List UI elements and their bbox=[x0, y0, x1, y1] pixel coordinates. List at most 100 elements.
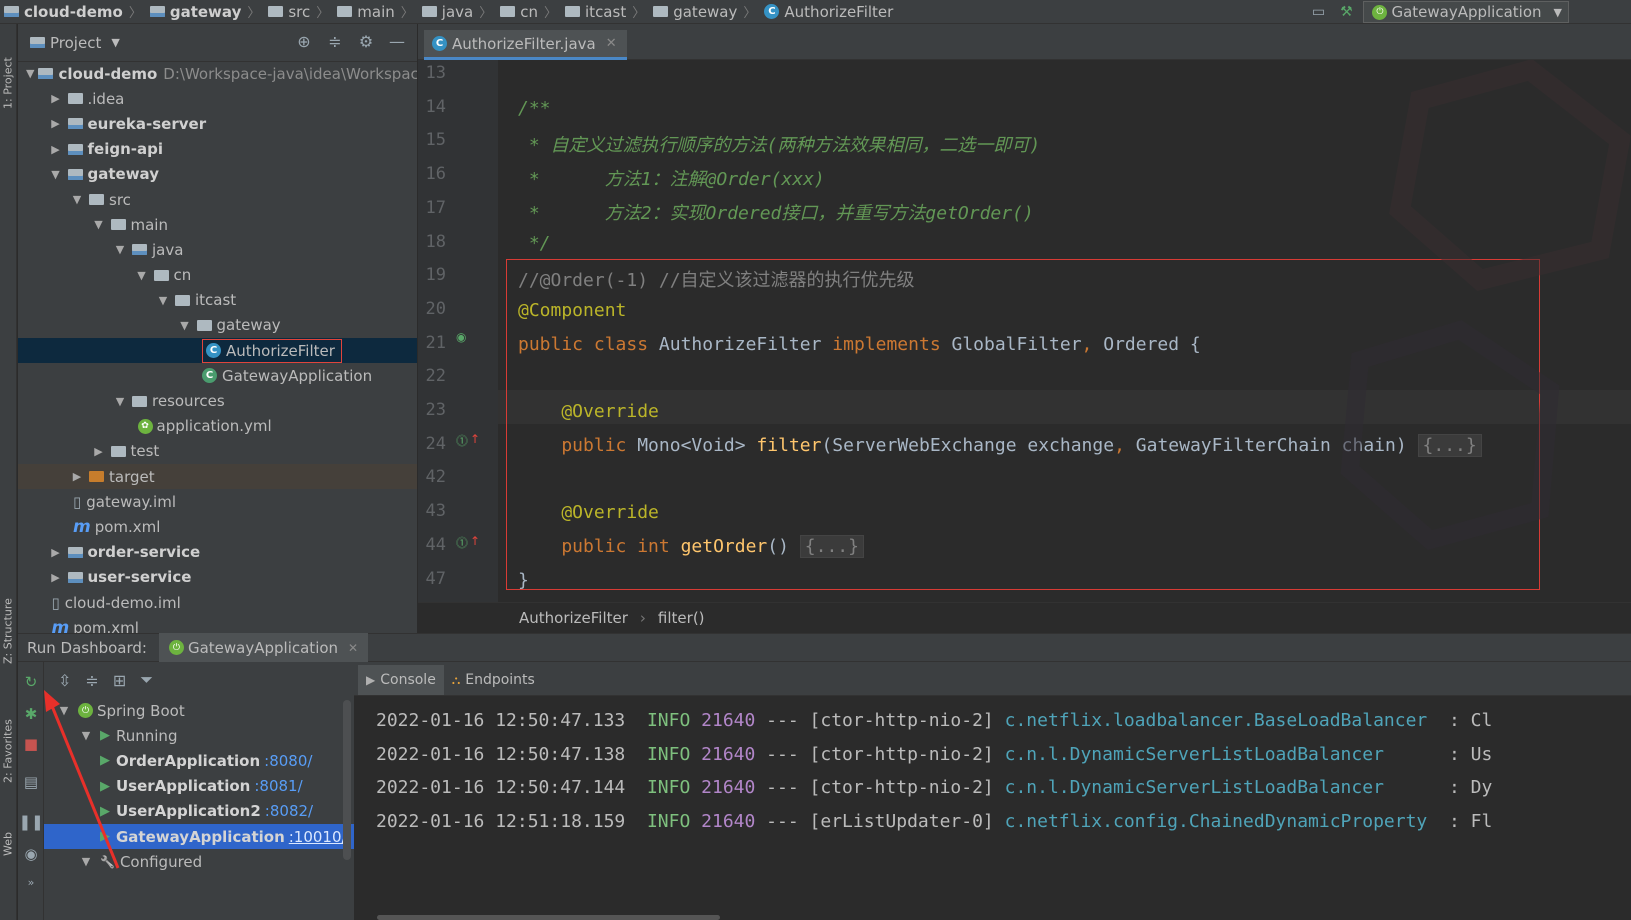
stop-icon[interactable]: ■ bbox=[21, 734, 41, 754]
close-icon[interactable]: ✕ bbox=[606, 36, 617, 51]
breadcrumb-item[interactable]: main 〉 bbox=[333, 0, 418, 24]
breadcrumb-item[interactable]: cn 〉 bbox=[496, 0, 561, 24]
tree-item[interactable]: ▼ java bbox=[18, 237, 417, 262]
tree-item[interactable]: ▶ eureka-server bbox=[18, 111, 417, 136]
service-item[interactable]: ▶ OrderApplication:8080/ bbox=[44, 748, 354, 773]
service-item[interactable]: ▶ UserApplication:8081/ bbox=[44, 774, 354, 799]
breadcrumb-item[interactable]: gateway 〉 bbox=[146, 0, 265, 24]
layout-icon[interactable]: ▤ bbox=[21, 772, 41, 792]
collapsed-arrow-icon[interactable]: ▶ bbox=[69, 470, 85, 483]
breadcrumb-item[interactable]: itcast 〉 bbox=[561, 0, 649, 24]
expanded-arrow-icon[interactable]: ▼ bbox=[26, 67, 34, 80]
expanded-arrow-icon[interactable]: ▼ bbox=[177, 319, 193, 332]
layout-icon[interactable]: ▭ bbox=[1307, 2, 1329, 22]
run-dashboard-tab[interactable]: ⏻ GatewayApplication ✕ bbox=[158, 633, 369, 662]
expanded-arrow-icon[interactable]: ▼ bbox=[134, 269, 150, 282]
tree-item[interactable]: C AuthorizeFilter bbox=[18, 338, 417, 364]
implements-method-icon[interactable]: ⓵ bbox=[456, 534, 468, 551]
breadcrumb-item[interactable]: java 〉 bbox=[418, 0, 496, 24]
service-port-link[interactable]: :8082/ bbox=[265, 802, 313, 820]
tree-item[interactable]: ▶ order-service bbox=[18, 540, 417, 565]
implements-method-icon[interactable]: ⓵ bbox=[456, 432, 468, 449]
service-port-link[interactable]: :8081/ bbox=[254, 777, 302, 795]
tree-item[interactable]: ▶ feign-api bbox=[18, 137, 417, 162]
expand-all-icon[interactable]: ⇳ bbox=[58, 671, 71, 690]
gear-icon[interactable]: ⚙ bbox=[354, 32, 378, 51]
collapsed-arrow-icon[interactable]: ▶ bbox=[48, 571, 64, 584]
service-item[interactable]: ▶ GatewayApplication:10010/ bbox=[44, 823, 354, 850]
service-item[interactable]: ▼ ⏻ Spring Boot bbox=[44, 698, 354, 723]
service-port-link[interactable]: :8080/ bbox=[264, 752, 312, 770]
collapsed-arrow-icon[interactable]: ▶ bbox=[48, 92, 64, 105]
breadcrumb-item[interactable]: gateway 〉 bbox=[649, 0, 760, 24]
breadcrumb-item[interactable]: C AuthorizeFilter bbox=[760, 0, 897, 24]
service-item[interactable]: ▶ UserApplication2:8082/ bbox=[44, 799, 354, 824]
spring-bean-icon[interactable]: ◉ bbox=[456, 330, 466, 344]
expanded-arrow-icon[interactable]: ▼ bbox=[78, 729, 94, 742]
tree-item[interactable]: ▶ test bbox=[18, 439, 417, 464]
tree-item[interactable]: ▶ target bbox=[18, 464, 417, 490]
debug-icon[interactable]: ✱ bbox=[21, 704, 41, 724]
minimize-icon[interactable]: — bbox=[385, 32, 409, 51]
tree-item[interactable]: ▼ gateway bbox=[18, 313, 417, 338]
breadcrumb-item[interactable]: src 〉 bbox=[264, 0, 333, 24]
structure-tool-tab[interactable]: Z: Structure bbox=[0, 586, 17, 676]
code-editor[interactable]: /** * 自定义过滤执行顺序的方法(两种方法效果相同，二选一即可) * 方法1… bbox=[498, 60, 1631, 602]
breadcrumb-item[interactable]: cloud-demo 〉 bbox=[0, 0, 146, 24]
tree-item[interactable]: ▯ gateway.iml bbox=[18, 489, 417, 514]
collapsed-arrow-icon[interactable]: ▶ bbox=[48, 143, 64, 156]
console-horizontal-scrollbar[interactable] bbox=[377, 915, 720, 920]
favorites-tool-tab[interactable]: 2: Favorites bbox=[0, 706, 17, 796]
tree-item[interactable]: m pom.xml bbox=[18, 615, 417, 633]
close-icon[interactable]: ✕ bbox=[348, 641, 358, 655]
collapsed-arrow-icon[interactable]: ▶ bbox=[91, 445, 107, 458]
expanded-arrow-icon[interactable]: ▼ bbox=[112, 395, 128, 408]
tab-console[interactable]: ▶ Console bbox=[358, 665, 444, 695]
tree-item[interactable]: ▶ .idea bbox=[18, 86, 417, 111]
build-hammer-icon[interactable]: ⚒ bbox=[1335, 2, 1357, 22]
services-scrollbar[interactable] bbox=[343, 700, 351, 860]
tree-item[interactable]: ▼ main bbox=[18, 212, 417, 237]
tree-item[interactable]: ▼ src bbox=[18, 187, 417, 212]
editor-breadcrumb-method[interactable]: filter() bbox=[658, 609, 705, 627]
run-configuration-selector[interactable]: ⏻ GatewayApplication ▼ bbox=[1363, 1, 1569, 23]
tree-item[interactable]: m pom.xml bbox=[18, 514, 417, 539]
collapsed-arrow-icon[interactable]: ▶ bbox=[48, 546, 64, 559]
expanded-arrow-icon[interactable]: ▼ bbox=[91, 218, 107, 231]
locate-icon[interactable]: ⊕ bbox=[292, 32, 316, 51]
console-output[interactable]: 2022-01-16 12:50:47.133 INFO 21640 --- [… bbox=[354, 696, 1631, 920]
expanded-arrow-icon[interactable]: ▼ bbox=[56, 704, 72, 717]
tree-item[interactable]: ✿ application.yml bbox=[18, 414, 417, 439]
expanded-arrow-icon[interactable]: ▼ bbox=[69, 193, 85, 206]
tree-item[interactable]: ▼ gateway bbox=[18, 162, 417, 187]
expanded-arrow-icon[interactable]: ▼ bbox=[112, 243, 128, 256]
tree-item[interactable]: ▯ cloud-demo.iml bbox=[18, 590, 417, 615]
expanded-arrow-icon[interactable]: ▼ bbox=[155, 294, 171, 307]
more-icon[interactable]: » bbox=[21, 872, 41, 892]
web-tool-tab[interactable]: Web bbox=[0, 824, 17, 864]
editor-tab-authorizefilter[interactable]: C AuthorizeFilter.java ✕ bbox=[424, 30, 627, 60]
project-tool-tab[interactable]: 1: Project bbox=[0, 38, 17, 128]
project-view-selector[interactable]: Project ▼ bbox=[30, 34, 120, 52]
service-item[interactable]: ▼ ▶ Running bbox=[44, 723, 354, 748]
expanded-arrow-icon[interactable]: ▼ bbox=[78, 855, 94, 868]
folded-code-block[interactable]: {...} bbox=[799, 534, 864, 558]
pause-icon[interactable]: ❚❚ bbox=[18, 812, 43, 832]
tree-item[interactable]: ▶ user-service bbox=[18, 565, 417, 590]
tree-item[interactable]: ▼ cn bbox=[18, 263, 417, 288]
service-item[interactable]: ▼ 🔧 Configured bbox=[44, 849, 354, 874]
collapsed-arrow-icon[interactable]: ▶ bbox=[48, 117, 64, 130]
collapse-all-icon[interactable]: ≑ bbox=[85, 671, 98, 690]
filter-icon[interactable]: ⏷ bbox=[140, 670, 153, 690]
service-port-link[interactable]: :10010/ bbox=[289, 828, 347, 846]
editor-breadcrumb-class[interactable]: AuthorizeFilter bbox=[519, 609, 628, 627]
group-icon[interactable]: ⊞ bbox=[113, 671, 126, 690]
expanded-arrow-icon[interactable]: ▼ bbox=[48, 168, 64, 181]
tree-item[interactable]: C GatewayApplication bbox=[18, 363, 417, 388]
camera-icon[interactable]: ◉ bbox=[21, 844, 41, 864]
override-arrow-icon[interactable]: ↑ bbox=[470, 432, 480, 446]
tree-item[interactable]: ▼ cloud-demo D:\Workspace-java\idea\Worksp… bbox=[18, 61, 417, 86]
tab-endpoints[interactable]: ⛬ Endpoints bbox=[444, 665, 543, 695]
rerun-icon[interactable]: ↻ bbox=[21, 672, 41, 692]
tree-item[interactable]: ▼ resources bbox=[18, 388, 417, 413]
